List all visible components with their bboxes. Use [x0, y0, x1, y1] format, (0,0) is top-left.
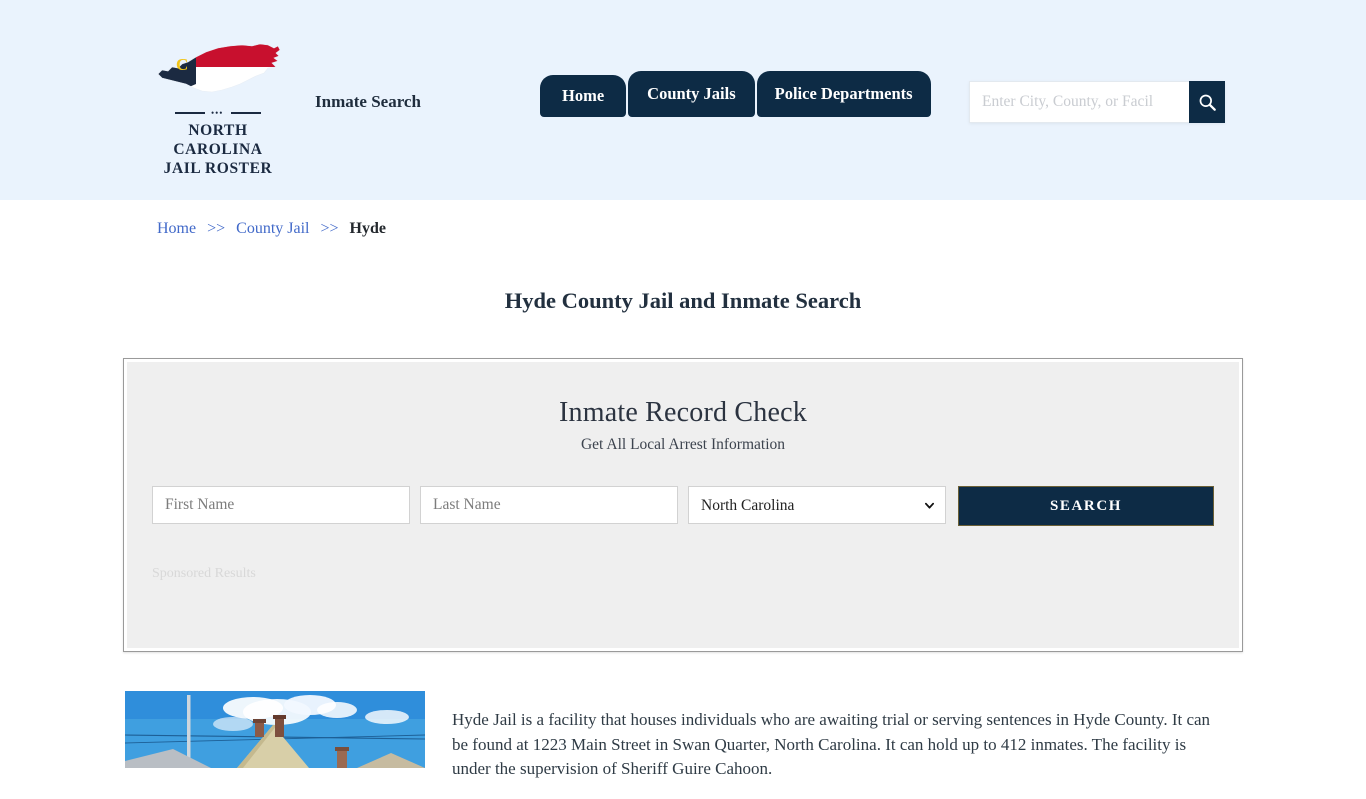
widget-title: Inmate Record Check	[559, 397, 807, 428]
state-select-wrapper: North Carolina	[688, 486, 946, 524]
breadcrumb: Home >> County Jail >> Hyde	[157, 220, 386, 238]
state-select[interactable]: North Carolina	[688, 486, 946, 524]
jail-building-photo-image	[125, 691, 425, 768]
breadcrumb-separator: >>	[207, 220, 226, 237]
inmate-search-form: North Carolina SEARCH	[124, 486, 1242, 526]
logo-line-2: JAIL ROSTER	[163, 160, 273, 177]
sponsored-results-label: Sponsored Results	[152, 566, 256, 581]
header-search-input[interactable]	[969, 81, 1189, 123]
first-name-input[interactable]	[152, 486, 410, 524]
search-icon	[1199, 94, 1216, 111]
breadcrumb-item-county-jail[interactable]: County Jail	[236, 220, 309, 237]
nav-item-county-jails[interactable]: County Jails	[628, 71, 755, 117]
header-search-button[interactable]	[1189, 81, 1225, 123]
breadcrumb-item-current: Hyde	[349, 220, 386, 237]
inmate-record-check-widget: Inmate Record Check Get All Local Arrest…	[123, 358, 1243, 652]
last-name-input[interactable]	[420, 486, 678, 524]
nav-item-home[interactable]: Home	[540, 75, 627, 117]
widget-search-button[interactable]: SEARCH	[958, 486, 1214, 526]
site-header: C ••• NORTH CAROLINA JAIL ROSTER Inmate …	[0, 0, 1366, 200]
header-search	[969, 81, 1225, 123]
site-logo[interactable]: C ••• NORTH CAROLINA JAIL ROSTER	[148, 40, 288, 178]
jail-photo[interactable]	[125, 691, 425, 768]
logo-line-1: NORTH CAROLINA	[173, 122, 263, 158]
widget-subtitle: Get All Local Arrest Information	[580, 436, 786, 453]
breadcrumb-item-home[interactable]: Home	[157, 220, 196, 237]
logo-dots: •••	[211, 108, 224, 118]
page-title: Hyde County Jail and Inmate Search	[504, 288, 862, 314]
north-carolina-state-map-icon: C	[157, 43, 281, 93]
nav-item-police-departments[interactable]: Police Departments	[756, 71, 931, 117]
logo-divider: •••	[175, 108, 261, 118]
main-navigation: Home County Jails Police Departments	[540, 71, 933, 117]
jail-description-paragraph: Hyde Jail is a facility that houses indi…	[452, 710, 1211, 778]
header-tagline: Inmate Search	[315, 92, 421, 111]
jail-description-section: Hyde Jail is a facility that houses indi…	[125, 691, 1245, 799]
breadcrumb-separator: >>	[320, 220, 339, 237]
svg-text:C: C	[176, 55, 188, 74]
